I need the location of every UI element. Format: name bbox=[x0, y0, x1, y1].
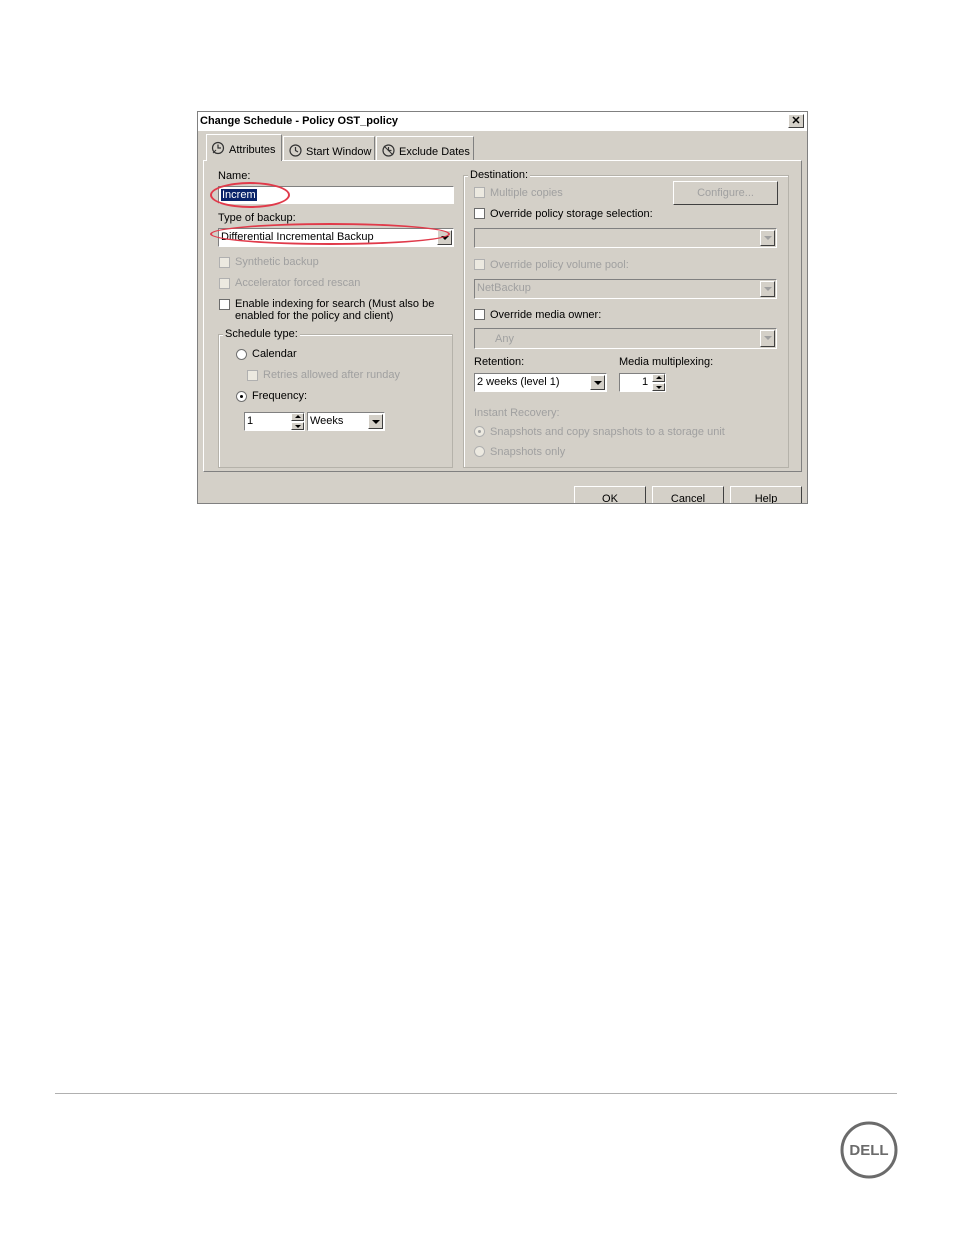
retention-label: Retention: bbox=[474, 356, 525, 368]
tab-start-window[interactable]: Start Window bbox=[283, 136, 375, 160]
media-owner-value: Any bbox=[495, 333, 514, 345]
volume-pool-select[interactable]: NetBackup bbox=[474, 279, 777, 299]
attributes-panel: Name: Increm Type of backup: Differentia… bbox=[203, 160, 802, 472]
dell-logo: DELL bbox=[840, 1121, 898, 1179]
frequency-value: 1 bbox=[247, 415, 254, 427]
frequency-stepper[interactable]: 1 bbox=[244, 412, 305, 431]
tab-label: Start Window bbox=[306, 146, 372, 158]
close-button[interactable]: ✕ bbox=[788, 114, 804, 128]
dialog-title: Change Schedule - Policy OST_policy bbox=[200, 115, 399, 127]
schedule-type-legend: Schedule type: bbox=[223, 328, 300, 340]
stepper-down-icon[interactable] bbox=[652, 383, 665, 391]
chevron-down-icon[interactable] bbox=[590, 375, 605, 390]
frequency-unit-value: Weeks bbox=[310, 415, 344, 427]
start-window-icon bbox=[288, 143, 303, 158]
tab-attributes[interactable]: Attributes bbox=[206, 134, 282, 161]
retries-label: Retries allowed after runday bbox=[263, 369, 400, 381]
snapshots-only-label: Snapshots only bbox=[490, 446, 566, 458]
multiplexing-label: Media multiplexing: bbox=[619, 356, 714, 368]
override-storage-checkbox[interactable] bbox=[474, 208, 485, 219]
retention-value: 2 weeks (level 1) bbox=[477, 376, 560, 388]
name-label: Name: bbox=[218, 170, 251, 182]
chevron-down-icon[interactable] bbox=[760, 281, 775, 297]
calendar-label: Calendar bbox=[252, 348, 297, 360]
multiplexing-stepper[interactable]: 1 bbox=[619, 373, 666, 392]
configure-button[interactable]: Configure... bbox=[673, 181, 778, 205]
frequency-radio[interactable] bbox=[236, 391, 247, 402]
tab-exclude-dates[interactable]: Exclude Dates bbox=[376, 136, 474, 160]
chevron-down-icon[interactable] bbox=[760, 330, 775, 347]
chevron-down-icon[interactable] bbox=[760, 230, 775, 246]
stepper-up-icon[interactable] bbox=[652, 374, 665, 382]
multiple-copies-label: Multiple copies bbox=[490, 187, 563, 199]
override-volume-pool-label: Override policy volume pool: bbox=[490, 259, 629, 271]
cancel-button[interactable]: Cancel bbox=[652, 486, 724, 503]
enable-indexing-checkbox[interactable] bbox=[219, 299, 230, 310]
calendar-radio[interactable] bbox=[236, 349, 247, 360]
logo-text: DELL bbox=[849, 1142, 888, 1159]
multiplexing-value: 1 bbox=[642, 376, 649, 388]
type-of-backup-label: Type of backup: bbox=[218, 212, 296, 224]
synthetic-backup-checkbox[interactable] bbox=[219, 257, 230, 268]
chevron-down-icon[interactable] bbox=[368, 414, 383, 429]
snapshots-copy-radio[interactable] bbox=[474, 426, 485, 437]
tab-label: Attributes bbox=[229, 144, 276, 156]
storage-select[interactable] bbox=[474, 228, 777, 248]
synthetic-backup-label: Synthetic backup bbox=[235, 256, 319, 268]
stepper-up-icon[interactable] bbox=[291, 413, 304, 421]
override-media-owner-checkbox[interactable] bbox=[474, 309, 485, 320]
exclude-dates-icon bbox=[381, 143, 396, 158]
ok-button[interactable]: OK bbox=[574, 486, 646, 503]
stepper-down-icon[interactable] bbox=[291, 422, 304, 430]
snapshots-copy-label: Snapshots and copy snapshots to a storag… bbox=[490, 426, 725, 438]
help-button[interactable]: Help bbox=[730, 486, 802, 503]
destination-legend: Destination: bbox=[468, 169, 531, 181]
frequency-unit-select[interactable]: Weeks bbox=[307, 412, 385, 431]
tab-label: Exclude Dates bbox=[399, 146, 470, 158]
frequency-label: Frequency: bbox=[252, 390, 308, 402]
override-storage-label: Override policy storage selection: bbox=[490, 208, 653, 220]
accelerator-rescan-label: Accelerator forced rescan bbox=[235, 277, 361, 289]
multiple-copies-checkbox[interactable] bbox=[474, 187, 485, 198]
highlight-ellipse bbox=[210, 182, 290, 208]
snapshots-only-radio[interactable] bbox=[474, 446, 485, 457]
change-schedule-dialog: Change Schedule - Policy OST_policy ✕ At… bbox=[197, 111, 808, 504]
retention-select[interactable]: 2 weeks (level 1) bbox=[474, 373, 607, 392]
accelerator-rescan-checkbox[interactable] bbox=[219, 278, 230, 289]
override-media-owner-label: Override media owner: bbox=[490, 309, 602, 321]
highlight-ellipse bbox=[210, 223, 450, 245]
instant-recovery-label: Instant Recovery: bbox=[474, 407, 560, 419]
enable-indexing-label: Enable indexing for search (Must also be bbox=[235, 298, 435, 310]
title-bar: Change Schedule - Policy OST_policy ✕ bbox=[198, 112, 807, 131]
override-volume-pool-checkbox[interactable] bbox=[474, 259, 485, 270]
volume-pool-value: NetBackup bbox=[477, 282, 531, 294]
footer-divider bbox=[55, 1093, 897, 1094]
schedule-attributes-icon bbox=[211, 141, 226, 156]
media-owner-select[interactable]: Any bbox=[474, 328, 777, 349]
enable-indexing-label-cont: enabled for the policy and client) bbox=[235, 310, 394, 322]
retries-checkbox[interactable] bbox=[247, 370, 258, 381]
